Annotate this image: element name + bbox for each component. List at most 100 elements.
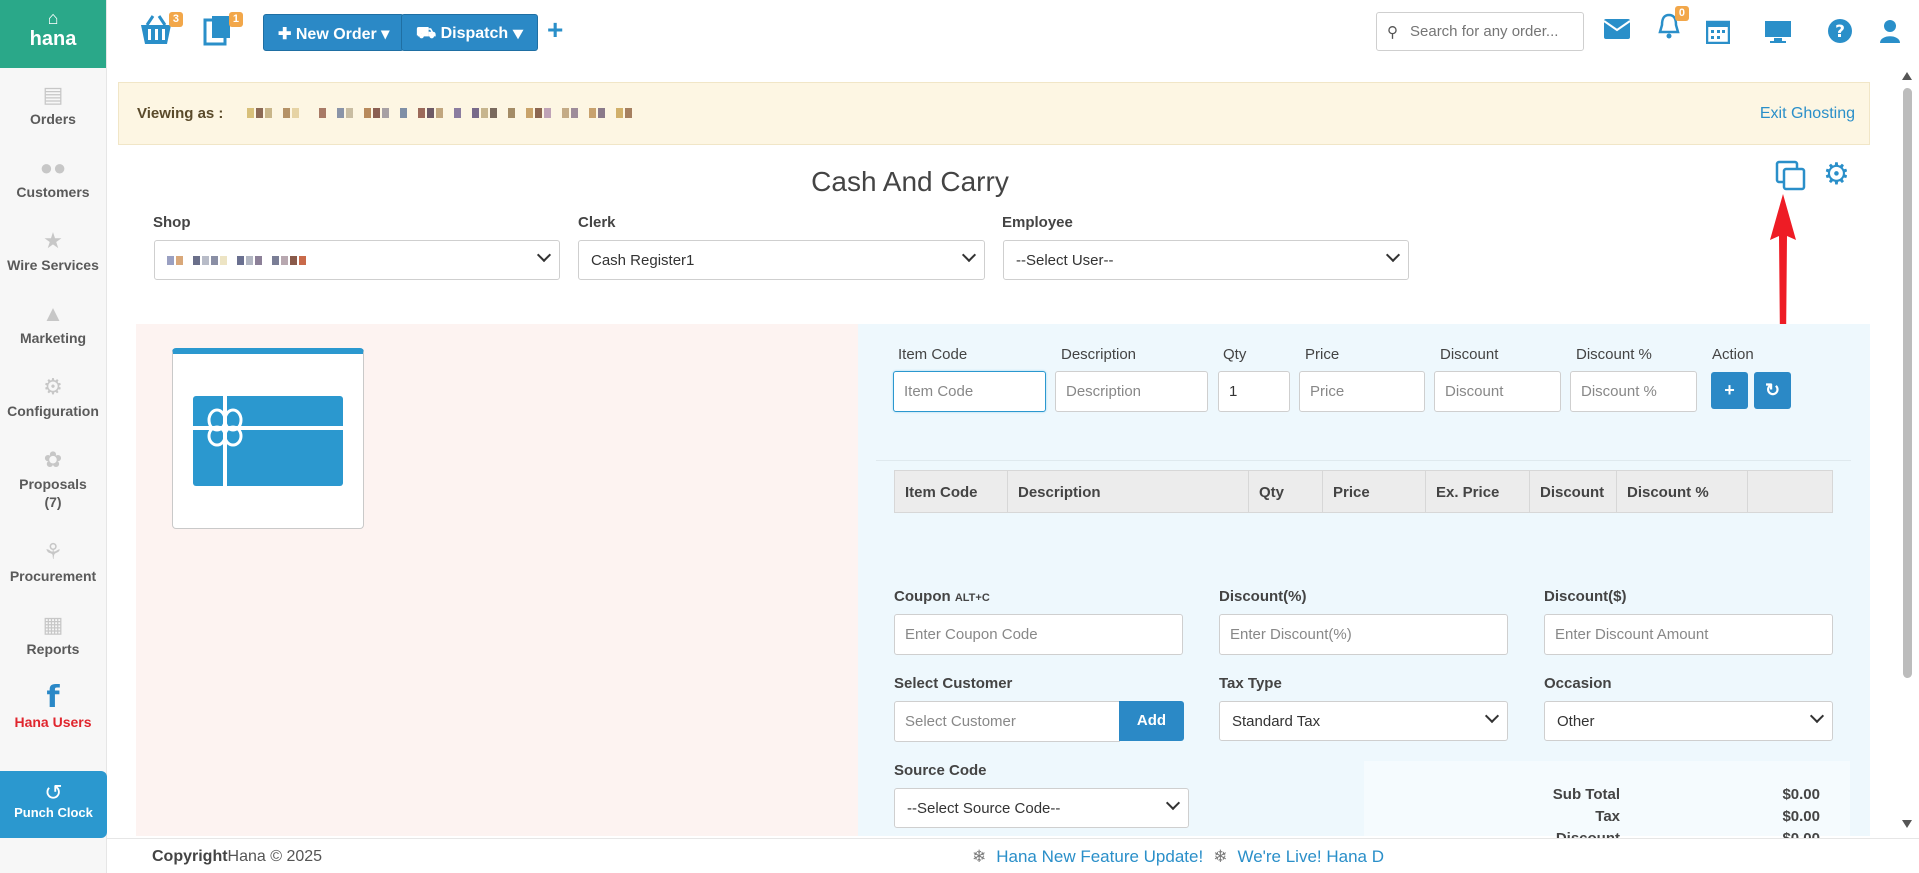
copyright: CopyrightHana © 2025	[152, 848, 323, 865]
description-label: Description	[1061, 346, 1137, 363]
bell-icon[interactable]: 0	[1657, 6, 1689, 47]
clerk-value: Cash Register1	[591, 252, 695, 269]
exit-ghosting-link[interactable]: Exit Ghosting	[1760, 105, 1855, 123]
item-code-input[interactable]: Item Code	[893, 371, 1046, 412]
sidebar-item-orders[interactable]: ▤ Orders	[0, 68, 106, 141]
sidebar-item-proposals[interactable]: ✿ Proposals (7)	[0, 433, 106, 525]
refresh-icon: ↻	[1764, 380, 1781, 400]
tax-type-label: Tax Type	[1219, 675, 1282, 692]
sidebar-item-label: Proposals	[19, 476, 87, 492]
monitor-icon[interactable]	[1764, 20, 1792, 51]
scroll-thumb[interactable]	[1903, 88, 1912, 678]
sidebar-item-configuration[interactable]: ⚙ Configuration	[0, 360, 106, 433]
sidebar-item-label: Hana Users	[14, 714, 92, 730]
tax-label: Tax	[1595, 808, 1620, 825]
ticker-item[interactable]: Hana New Feature Update!	[996, 847, 1203, 866]
basket-badge: 3	[168, 12, 183, 27]
add-customer-button[interactable]: Add	[1119, 701, 1184, 741]
chevron-down-icon	[1385, 247, 1401, 263]
news-ticker[interactable]: ❄ Hana New Feature Update! ❄ We're Live! Ha…	[962, 847, 1412, 867]
ticker-item[interactable]: We're Live! Hana D	[1237, 847, 1384, 866]
sidebar-item-count: (7)	[44, 494, 62, 510]
orders-copy-icon[interactable]: 1	[203, 12, 243, 53]
ghosting-banner: Viewing as : Exit Ghosting	[118, 82, 1870, 145]
discount-pct-input[interactable]: Enter Discount(%)	[1219, 614, 1508, 655]
punch-clock-label: Punch Clock	[14, 805, 93, 820]
add-item-button[interactable]: +	[1711, 372, 1748, 409]
punch-clock-button[interactable]: ↺ Punch Clock	[0, 771, 107, 838]
basket-icon[interactable]: 3	[139, 12, 183, 53]
gift-card-tile[interactable]	[172, 348, 364, 529]
coupon-input[interactable]: Enter Coupon Code	[894, 614, 1183, 655]
employee-value: --Select User--	[1016, 252, 1114, 269]
sub-total-label: Sub Total	[1552, 786, 1620, 803]
new-order-button[interactable]: ✚ New Order ▾	[263, 14, 405, 51]
snowflake-icon: ❄	[1213, 847, 1228, 866]
chevron-down-icon	[1809, 708, 1825, 724]
column-header	[1748, 471, 1832, 512]
svg-text:?: ?	[1835, 22, 1845, 42]
chevron-down-icon	[536, 247, 552, 263]
tax-value: $0.00	[1782, 808, 1820, 825]
search-box[interactable]: ⚲	[1376, 12, 1584, 51]
shop-select[interactable]	[154, 240, 560, 280]
caret-down-icon: ▾	[512, 25, 524, 42]
sidebar-item-wire-services[interactable]: ★ Wire Services	[0, 214, 106, 287]
price-label: Price	[1305, 346, 1340, 363]
discount-amt-input[interactable]: Enter Discount Amount	[1544, 614, 1833, 655]
discount-percent-label: Discount %	[1576, 346, 1652, 363]
customer-input[interactable]: Select Customer	[894, 701, 1120, 742]
refresh-button[interactable]: ↻	[1754, 372, 1791, 409]
calendar-icon[interactable]	[1705, 18, 1731, 51]
qty-input[interactable]: 1	[1218, 371, 1290, 412]
scroll-up-arrow[interactable]	[1902, 72, 1912, 80]
viewing-as-label: Viewing as :	[137, 105, 224, 122]
settings-gear-icon[interactable]: ⚙	[1823, 160, 1850, 190]
divider	[876, 460, 1851, 461]
discount-pct-label: Discount(%)	[1219, 588, 1307, 605]
new-order-label: New Order	[295, 26, 377, 43]
add-icon[interactable]: +	[547, 14, 563, 46]
scroll-down-arrow[interactable]	[1902, 820, 1912, 828]
truck-icon: ⛟	[416, 25, 441, 42]
column-header: Ex. Price	[1426, 471, 1530, 512]
discount-percent-input[interactable]: Discount %	[1570, 371, 1697, 412]
sidebar-item-hana-users[interactable]: f Hana Users	[0, 671, 106, 744]
user-icon[interactable]	[1879, 19, 1901, 50]
discount-row: Discount $0.00	[1470, 830, 1820, 838]
discount-total-value: $0.00	[1782, 830, 1820, 838]
sidebar-item-label: Marketing	[19, 330, 87, 346]
sidebar-item-procurement[interactable]: ⚘ Procurement	[0, 525, 106, 598]
dispatch-button[interactable]: ⛟ Dispatch ▾	[401, 14, 539, 51]
top-bar: 3 1 ✚ New Order ▾ ⛟ Dispatch ▾ + ⚲ 0 ?	[107, 0, 1919, 63]
tax-type-select[interactable]: Standard Tax	[1219, 701, 1508, 741]
search-icon: ⚲	[1387, 23, 1398, 41]
sidebar-item-label: Orders	[30, 111, 76, 127]
chevron-down-icon	[961, 247, 977, 263]
help-icon[interactable]: ?	[1827, 18, 1853, 51]
orders-badge: 1	[228, 12, 243, 27]
column-header: Price	[1323, 471, 1426, 512]
employee-select[interactable]: --Select User--	[1003, 240, 1409, 280]
item-code-label: Item Code	[898, 346, 968, 363]
copy-icon[interactable]	[1775, 160, 1807, 192]
price-input[interactable]: Price	[1299, 371, 1425, 412]
tax-type-value: Standard Tax	[1232, 713, 1321, 730]
envelope-icon[interactable]	[1603, 16, 1631, 47]
description-input[interactable]: Description	[1055, 371, 1208, 412]
page-scrollbar[interactable]	[1900, 72, 1914, 832]
search-input[interactable]	[1410, 23, 1560, 40]
sidebar-item-reports[interactable]: ▦ Reports	[0, 598, 106, 671]
chevron-down-icon	[1165, 795, 1181, 811]
brand-logo[interactable]: ⌂ hana	[0, 0, 106, 68]
reports-icon: ▦	[42, 612, 64, 637]
source-code-value: --Select Source Code--	[907, 800, 1061, 817]
qty-label: Qty	[1223, 346, 1247, 363]
clerk-select[interactable]: Cash Register1	[578, 240, 985, 280]
discount-input[interactable]: Discount	[1434, 371, 1561, 412]
occasion-select[interactable]: Other	[1544, 701, 1833, 741]
occasion-value: Other	[1557, 713, 1595, 730]
orders-icon: ▤	[42, 82, 64, 107]
sidebar-item-marketing[interactable]: ▲ Marketing	[0, 287, 106, 360]
source-code-select[interactable]: --Select Source Code--	[894, 788, 1189, 828]
